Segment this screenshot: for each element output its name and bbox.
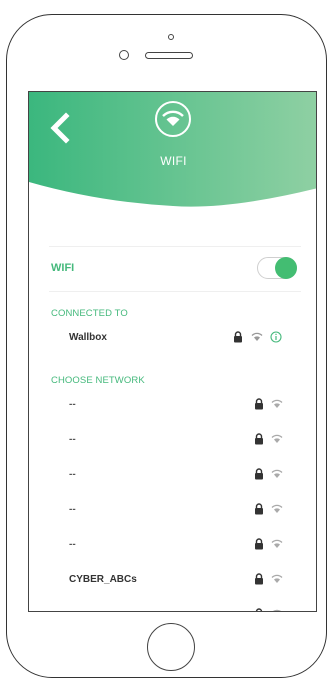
wifi-signal-icon [271,504,283,513]
lock-icon [255,433,263,445]
network-row[interactable]: -- [49,536,301,556]
connected-to-label: CONNECTED TO [51,308,128,319]
network-name: CYBER_ABCs [69,574,137,585]
wifi-signal-icon [251,332,263,341]
connected-network-row[interactable]: Wallbox [49,329,301,349]
network-name: -- [69,504,76,515]
info-icon[interactable] [270,331,282,343]
network-row[interactable]: -- [49,466,301,486]
wifi-badge-icon [155,101,191,137]
network-name: -- [69,539,76,550]
back-icon[interactable] [47,112,73,144]
wifi-signal-icon [271,399,283,408]
wifi-signal-icon [271,469,283,478]
front-camera [168,34,174,40]
wifi-toggle-row: WIFI [49,246,301,292]
toggle-knob [275,257,297,279]
lock-icon [255,503,263,515]
network-name: -- [69,399,76,410]
network-row[interactable]: -- [49,396,301,416]
wifi-toggle[interactable] [257,257,297,279]
proximity-sensor [119,50,129,60]
network-row[interactable]: -- [49,431,301,451]
page-title: WIFI [160,154,187,168]
wifi-signal-icon [272,609,282,611]
lock-icon [255,468,263,480]
network-name: -- [69,434,76,445]
header: WIFI [29,92,316,212]
wifi-signal-icon [271,434,283,443]
wifi-signal-icon [271,539,283,548]
choose-network-label: CHOOSE NETWORK [51,375,145,386]
home-button[interactable] [147,623,195,671]
earpiece-speaker [145,52,193,59]
wifi-signal-icon [271,574,283,583]
network-name: -- [69,469,76,480]
lock-icon [255,573,263,585]
network-row[interactable]: CYBER_ABCs [49,571,301,591]
lock-icon [255,538,263,550]
lock-icon [234,331,242,343]
lock-icon [255,398,263,410]
network-row-partial[interactable] [49,606,301,611]
connected-network-name: Wallbox [69,332,107,343]
lock-icon [255,608,263,611]
network-row[interactable]: -- [49,501,301,521]
app-screen: WIFI WIFI CONNECTED TO Wallbox CHOOSE NE… [28,91,317,612]
wifi-label: WIFI [51,262,75,274]
